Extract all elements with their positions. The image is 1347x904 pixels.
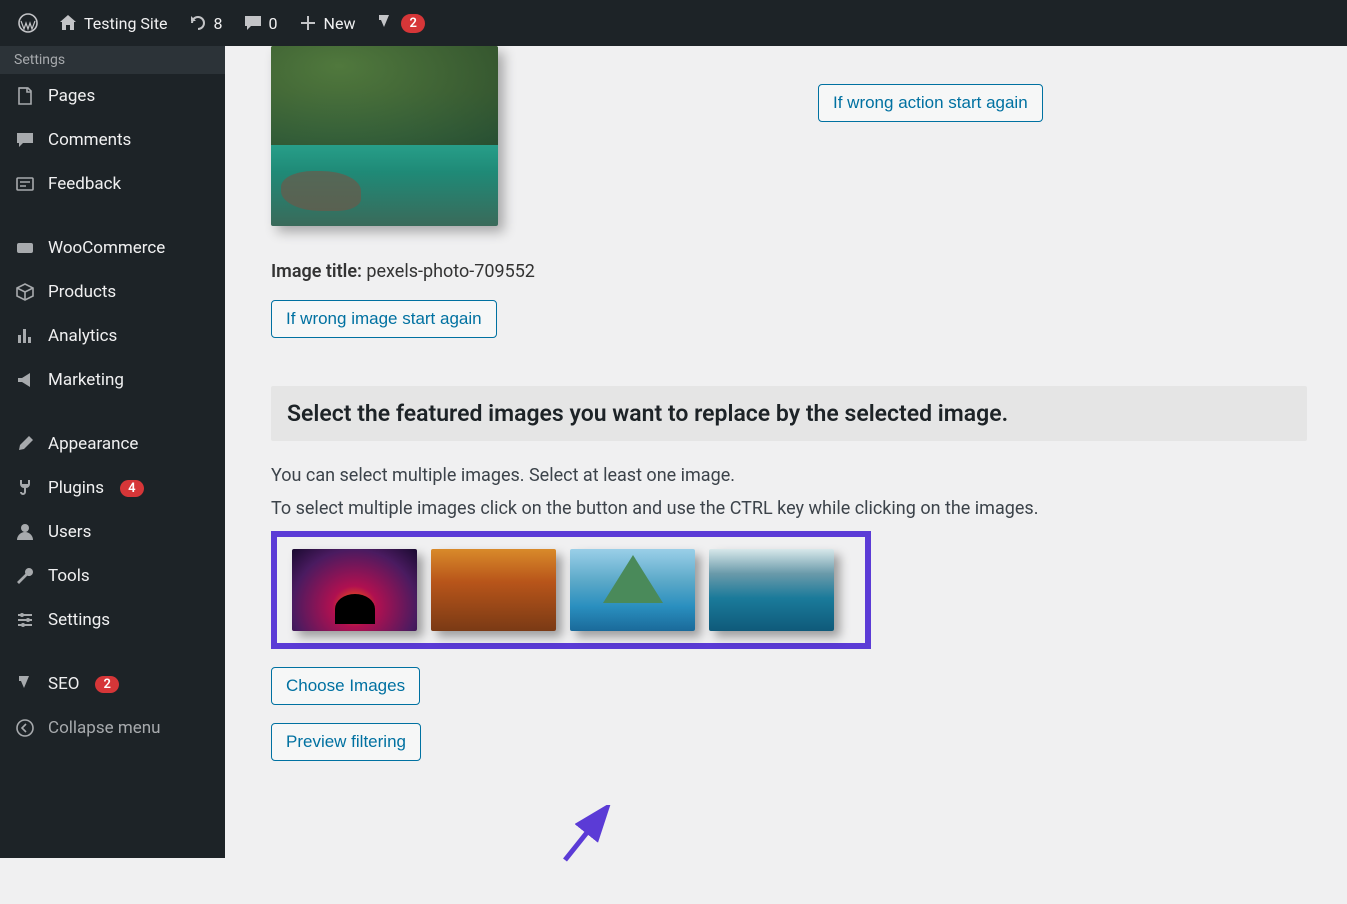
refresh-count: 8 <box>214 14 223 33</box>
sidebar-item-label: Marketing <box>48 370 124 390</box>
brush-icon <box>14 434 36 454</box>
annotation-arrow-icon <box>555 805 635 865</box>
sidebar-item-label: Products <box>48 282 116 302</box>
yoast-badge: 2 <box>401 14 424 33</box>
sidebar-item-settings-partial[interactable]: Settings <box>0 46 225 74</box>
yoast-icon <box>14 674 36 694</box>
image-title-line: Image title: pexels-photo-709552 <box>271 261 1307 282</box>
sidebar-item-label: Analytics <box>48 326 117 346</box>
products-icon <box>14 282 36 302</box>
woo-icon <box>14 238 36 258</box>
hint-text-1: You can select multiple images. Select a… <box>271 465 1307 486</box>
thumbnail-image[interactable] <box>431 549 556 631</box>
home-icon <box>58 13 78 33</box>
sidebar-item-pages[interactable]: Pages <box>0 74 225 118</box>
refresh-icon <box>188 13 208 33</box>
selected-image-preview <box>271 46 498 226</box>
main-content: If wrong action start again Image title:… <box>225 46 1347 801</box>
sidebar-item-label: Users <box>48 522 91 542</box>
sidebar-item-label: Settings <box>14 52 65 68</box>
refresh-item[interactable]: 8 <box>178 0 233 46</box>
comment-icon <box>14 130 36 150</box>
preview-filtering-button[interactable]: Preview filtering <box>271 723 421 761</box>
thumbnail-image[interactable] <box>709 549 834 631</box>
yoast-icon <box>375 13 395 33</box>
sidebar-item-woocommerce[interactable]: WooCommerce <box>0 226 225 270</box>
comment-icon <box>243 13 263 33</box>
site-title: Testing Site <box>84 14 168 33</box>
sliders-icon <box>14 610 36 630</box>
collapse-label: Collapse menu <box>48 718 161 738</box>
sidebar-item-label: Feedback <box>48 174 121 194</box>
sidebar-item-label: Settings <box>48 610 110 630</box>
sidebar-item-label: WooCommerce <box>48 238 165 258</box>
wp-logo[interactable] <box>8 0 48 46</box>
yoast-item[interactable]: 2 <box>365 0 434 46</box>
image-title-value: pexels-photo-709552 <box>366 261 535 282</box>
admin-bar: Testing Site 8 0 New 2 <box>0 0 1347 46</box>
new-label: New <box>324 14 356 33</box>
page-icon <box>14 86 36 106</box>
sidebar-item-tools[interactable]: Tools <box>0 554 225 598</box>
comments-item[interactable]: 0 <box>233 0 288 46</box>
plug-icon <box>14 478 36 498</box>
site-home[interactable]: Testing Site <box>48 0 178 46</box>
selected-thumbnails-row <box>271 531 871 649</box>
user-icon <box>14 522 36 542</box>
sidebar-item-feedback[interactable]: Feedback <box>0 162 225 206</box>
plus-icon <box>298 13 318 33</box>
seo-count-badge: 2 <box>95 676 118 693</box>
thumbnail-image[interactable] <box>292 549 417 631</box>
sidebar-item-users[interactable]: Users <box>0 510 225 554</box>
choose-images-button[interactable]: Choose Images <box>271 667 420 705</box>
plugins-count-badge: 4 <box>120 480 143 497</box>
sidebar-item-settings[interactable]: Settings <box>0 598 225 642</box>
sidebar-item-plugins[interactable]: Plugins 4 <box>0 466 225 510</box>
hint-text-2: To select multiple images click on the b… <box>271 498 1307 519</box>
admin-sidebar: Settings Pages Comments Feedback WooComm… <box>0 46 225 858</box>
sidebar-item-label: Plugins <box>48 478 104 498</box>
wrench-icon <box>14 566 36 586</box>
collapse-menu[interactable]: Collapse menu <box>0 706 225 750</box>
new-item[interactable]: New <box>288 0 366 46</box>
sidebar-item-label: Tools <box>48 566 90 586</box>
marketing-icon <box>14 370 36 390</box>
sidebar-item-label: Comments <box>48 130 131 150</box>
collapse-icon <box>14 718 36 738</box>
wordpress-icon <box>18 13 38 33</box>
comments-count: 0 <box>269 14 278 33</box>
feedback-icon <box>14 174 36 194</box>
wrong-image-button[interactable]: If wrong image start again <box>271 300 497 338</box>
analytics-icon <box>14 326 36 346</box>
sidebar-item-label: Appearance <box>48 434 138 454</box>
sidebar-item-marketing[interactable]: Marketing <box>0 358 225 402</box>
sidebar-item-appearance[interactable]: Appearance <box>0 422 225 466</box>
sidebar-item-label: Pages <box>48 86 95 106</box>
sidebar-item-label: SEO <box>48 674 79 694</box>
section-heading: Select the featured images you want to r… <box>271 386 1307 441</box>
thumbnail-image[interactable] <box>570 549 695 631</box>
sidebar-item-products[interactable]: Products <box>0 270 225 314</box>
sidebar-item-analytics[interactable]: Analytics <box>0 314 225 358</box>
sidebar-item-comments[interactable]: Comments <box>0 118 225 162</box>
wrong-action-button[interactable]: If wrong action start again <box>818 84 1043 122</box>
image-title-label: Image title: <box>271 261 362 282</box>
sidebar-item-seo[interactable]: SEO 2 <box>0 662 225 706</box>
